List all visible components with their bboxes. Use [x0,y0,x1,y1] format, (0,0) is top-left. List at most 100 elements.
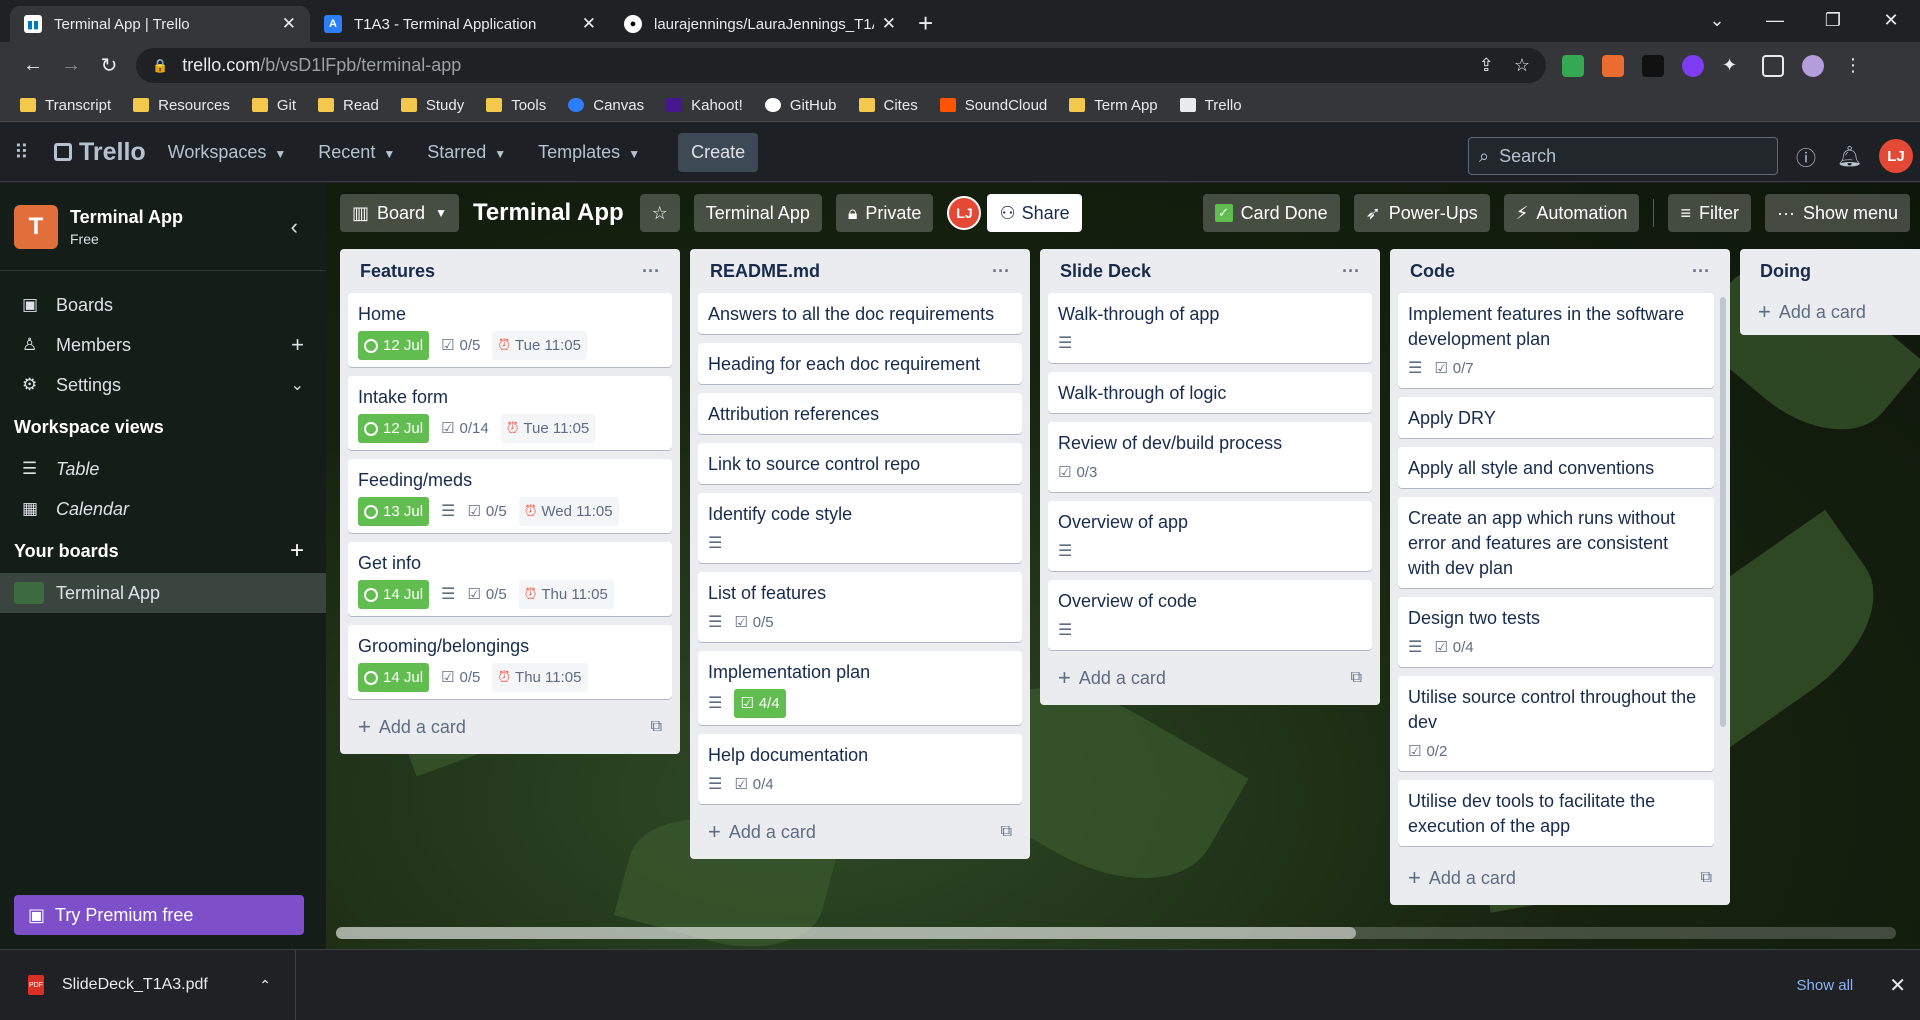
bookmark-cites[interactable]: Cites [858,97,918,114]
list-header[interactable]: Features ··· [348,249,672,293]
board-title[interactable]: Terminal App [473,199,624,227]
workspaces-menu[interactable]: Workspaces ▼ [168,142,287,163]
extensions-puzzle-icon[interactable]: ✦ [1722,55,1744,77]
star-board-button[interactable]: ☆ [639,194,680,232]
list-header[interactable]: README.md ··· [698,249,1022,293]
sidebar-item-calendar[interactable]: ▦ Calendar [0,489,326,529]
filter-button[interactable]: ≡ Filter [1668,194,1751,232]
new-tab-icon[interactable]: + [918,6,933,42]
minimize-icon[interactable]: — [1746,0,1804,42]
add-card-button[interactable]: + Add a card ⧉ [698,813,1022,851]
bookmark-resources[interactable]: Resources [133,97,230,114]
card[interactable]: Attribution references [698,393,1022,434]
powerups-button[interactable]: ➶ Power-Ups [1353,194,1490,232]
sidebar-item-members[interactable]: ♙ Members + [0,325,326,365]
starred-menu[interactable]: Starred ▼ [427,142,506,163]
card[interactable]: Feeding/meds 13 Jul ☰ ☑ 0/5 ⏰︎ Wed 11:05 [348,459,672,533]
due-date-badge[interactable]: 14 Jul [358,580,430,609]
card[interactable]: Walk-through of app ☰ [1048,293,1372,363]
info-icon[interactable]: ⓘ [1795,142,1817,171]
extension-icon[interactable] [1642,54,1664,77]
avatar[interactable]: LJ [1879,139,1913,173]
bookmark-term-app[interactable]: Term App [1069,97,1158,114]
create-button[interactable]: Create [678,132,759,172]
list-menu-icon[interactable]: ··· [1342,261,1360,282]
bell-icon[interactable]: 🔔︎ [1837,144,1862,169]
card[interactable]: List of features ☰ ☑ 0/5 [698,572,1022,642]
bookmark-transcript[interactable]: Transcript [20,97,111,114]
card[interactable]: Walk-through of logic [1048,372,1372,413]
close-tab-icon[interactable]: ✕ [882,14,896,34]
list-scrollbar[interactable] [1720,297,1726,727]
card-template-icon[interactable]: ⧉ [1351,669,1362,687]
reload-icon[interactable]: ↻ [90,53,128,78]
back-icon[interactable]: ← [14,54,52,77]
card[interactable]: Implementation plan ☰ ☑ 4/4 [698,651,1022,725]
card[interactable]: Get info 14 Jul ☰ ☑ 0/5 ⏰︎ Thu 11:05 [348,542,672,616]
card[interactable]: Overview of code ☰ [1048,580,1372,650]
chevron-down-icon[interactable]: ⌄ [291,375,304,395]
list-header[interactable]: Slide Deck ··· [1048,249,1372,293]
bookmark-kahoot[interactable]: Kahoot! [666,97,743,114]
bookmark-star-icon[interactable]: ☆ [1514,55,1530,76]
list-menu-icon[interactable]: ··· [642,261,660,282]
card-done-powerup[interactable]: ✓ Card Done [1202,194,1340,232]
bookmark-read[interactable]: Read [318,97,379,114]
list-menu-icon[interactable]: ··· [1692,261,1710,282]
scrollbar-thumb[interactable] [336,927,1356,939]
bookmark-study[interactable]: Study [400,97,464,114]
card[interactable]: Answers to all the doc requirements [698,293,1022,334]
due-date-badge[interactable]: 14 Jul [358,663,430,692]
list-header[interactable]: Code ··· [1398,249,1722,293]
sidebar-item-settings[interactable]: ⚙ Settings ⌄ [0,365,326,405]
browser-tab-github[interactable]: ● laurajennings/LauraJennings_T1A ✕ [610,6,910,42]
sidebar-item-boards[interactable]: ▣ Boards [0,285,326,325]
bookmark-github[interactable]: GitHub [764,97,837,114]
list-header[interactable]: Doing [1748,249,1920,293]
app-switcher-icon[interactable]: ⠿ [14,140,44,165]
try-premium-button[interactable]: ▣ Try Premium free [14,895,304,935]
card[interactable]: Help documentation ☰ ☑ 0/4 [698,734,1022,804]
add-member-icon[interactable]: + [291,332,304,358]
recent-menu[interactable]: Recent ▼ [318,142,395,163]
bookmark-git[interactable]: Git [251,97,296,114]
due-date-badge[interactable]: 12 Jul [358,331,430,360]
restore-icon[interactable]: ❐ [1804,0,1862,42]
lock-icon[interactable]: 🔒 [152,58,168,74]
tab-search-icon[interactable]: ⌄ [1688,0,1746,42]
card[interactable]: Utilise source control throughout the de… [1398,676,1714,771]
card[interactable]: Apply all style and conventions [1398,447,1714,488]
card[interactable]: Overview of app ☰ [1048,501,1372,571]
show-all-downloads-link[interactable]: Show all [1797,977,1854,994]
card[interactable]: Create an app which runs without error a… [1398,497,1714,588]
visibility-button[interactable]: 🔒︎ Private [835,194,934,232]
address-bar[interactable]: 🔒 trello.com/b/vsD1lFpb/terminal-app ⇪ ☆ [136,48,1546,83]
add-board-icon[interactable]: + [290,537,304,565]
card[interactable]: Heading for each doc requirement [698,343,1022,384]
bookmark-trello[interactable]: Trello [1179,97,1242,114]
bookmark-tools[interactable]: Tools [486,97,546,114]
side-panel-icon[interactable] [1762,54,1784,77]
card-template-icon[interactable]: ⧉ [1701,869,1712,887]
profile-avatar[interactable] [1802,54,1824,77]
extension-icon[interactable] [1602,54,1624,77]
trello-logo[interactable]: Trello [54,138,146,167]
sidebar-item-table[interactable]: ☰ Table [0,449,326,489]
search-input[interactable]: ⌕ Search [1468,137,1778,175]
list-menu-icon[interactable]: ··· [992,261,1010,282]
download-item[interactable]: PDF SlideDeck_T1A3.pdf ⌃ [0,949,296,1020]
card[interactable]: Apply DRY [1398,397,1714,438]
browser-tab-trello[interactable]: ▮▮ Terminal App | Trello ✕ [10,6,310,42]
board-view-switcher[interactable]: ▥ Board ▼ [340,194,459,232]
card[interactable]: Grooming/belongings 14 Jul ☑ 0/5 ⏰︎ Thu 11… [348,625,672,699]
extension-icon[interactable] [1562,54,1584,77]
collapse-sidebar-icon[interactable]: ‹ [291,214,298,240]
card-template-icon[interactable]: ⧉ [651,718,662,736]
card[interactable]: Home 12 Jul ☑ 0/5 ⏰︎ Tue 11:05 [348,293,672,367]
card-template-icon[interactable]: ⧉ [1001,823,1012,841]
card[interactable]: Intake form 12 Jul ☑ 0/14 ⏰︎ Tue 11:05 [348,376,672,450]
due-date-badge[interactable]: 13 Jul [358,497,430,526]
share-page-icon[interactable]: ⇪ [1479,55,1494,76]
automation-button[interactable]: ⚡︎ Automation [1503,194,1640,232]
add-card-button[interactable]: + Add a card ⧉ [1398,859,1722,897]
